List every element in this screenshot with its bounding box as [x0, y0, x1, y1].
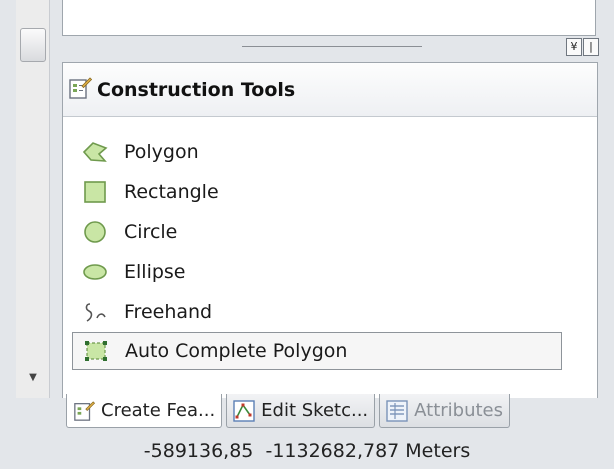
scroll-down-arrow-icon[interactable]: ▼ [25, 371, 41, 385]
freehand-icon [80, 299, 110, 325]
ellipse-icon [80, 259, 110, 285]
splitter-grip[interactable] [242, 46, 422, 47]
edit-sketch-icon [233, 399, 255, 422]
tool-label: Rectangle [124, 181, 219, 203]
tab-label: Edit Sketc... [261, 400, 369, 421]
upper-panel [62, 0, 596, 36]
tool-item-polygon[interactable]: Polygon [80, 132, 580, 172]
tab-label: Attributes [414, 400, 504, 421]
coordinates-readout: -589136,85 -1132682,787 Meters [143, 439, 471, 462]
tool-item-ellipse[interactable]: Ellipse [80, 252, 580, 292]
panel-title: Construction Tools [97, 78, 296, 101]
tool-label: Freehand [124, 301, 213, 323]
panel-header: Construction Tools [63, 63, 597, 117]
auto-complete-polygon-icon [81, 338, 111, 364]
tool-label: Circle [124, 221, 178, 243]
construction-tools-icon [68, 76, 93, 104]
tool-item-rectangle[interactable]: Rectangle [80, 172, 580, 212]
tool-list: Polygon Rectangle Circle Ellipse Freehan… [72, 132, 580, 370]
attributes-icon [386, 399, 408, 422]
tool-label: Ellipse [124, 261, 186, 283]
create-features-icon [73, 400, 95, 422]
tab-create-features[interactable]: Create Fea... [66, 394, 223, 428]
status-bar: -589136,85 -1132682,787 Meters [0, 432, 614, 469]
scrollbar-thumb[interactable] [20, 28, 46, 62]
tool-item-auto-complete-polygon[interactable]: Auto Complete Polygon [72, 332, 562, 370]
polygon-icon [80, 139, 110, 165]
rectangle-icon [80, 179, 110, 205]
pin-button[interactable]: | [583, 38, 599, 56]
circle-icon [80, 219, 110, 245]
tool-item-freehand[interactable]: Freehand [80, 292, 580, 332]
tab-edit-sketch[interactable]: Edit Sketc... [226, 394, 376, 428]
tab-label: Create Fea... [101, 400, 216, 421]
collapse-button[interactable]: ¥ [566, 38, 582, 56]
panel-tabs: Create Fea... Edit Sketc... Attributes [66, 394, 514, 430]
vertical-scrollbar[interactable]: ▼ [16, 0, 50, 398]
tool-item-circle[interactable]: Circle [80, 212, 580, 252]
tab-attributes[interactable]: Attributes [379, 394, 511, 428]
tool-label: Auto Complete Polygon [125, 340, 348, 362]
tool-label: Polygon [124, 141, 199, 163]
